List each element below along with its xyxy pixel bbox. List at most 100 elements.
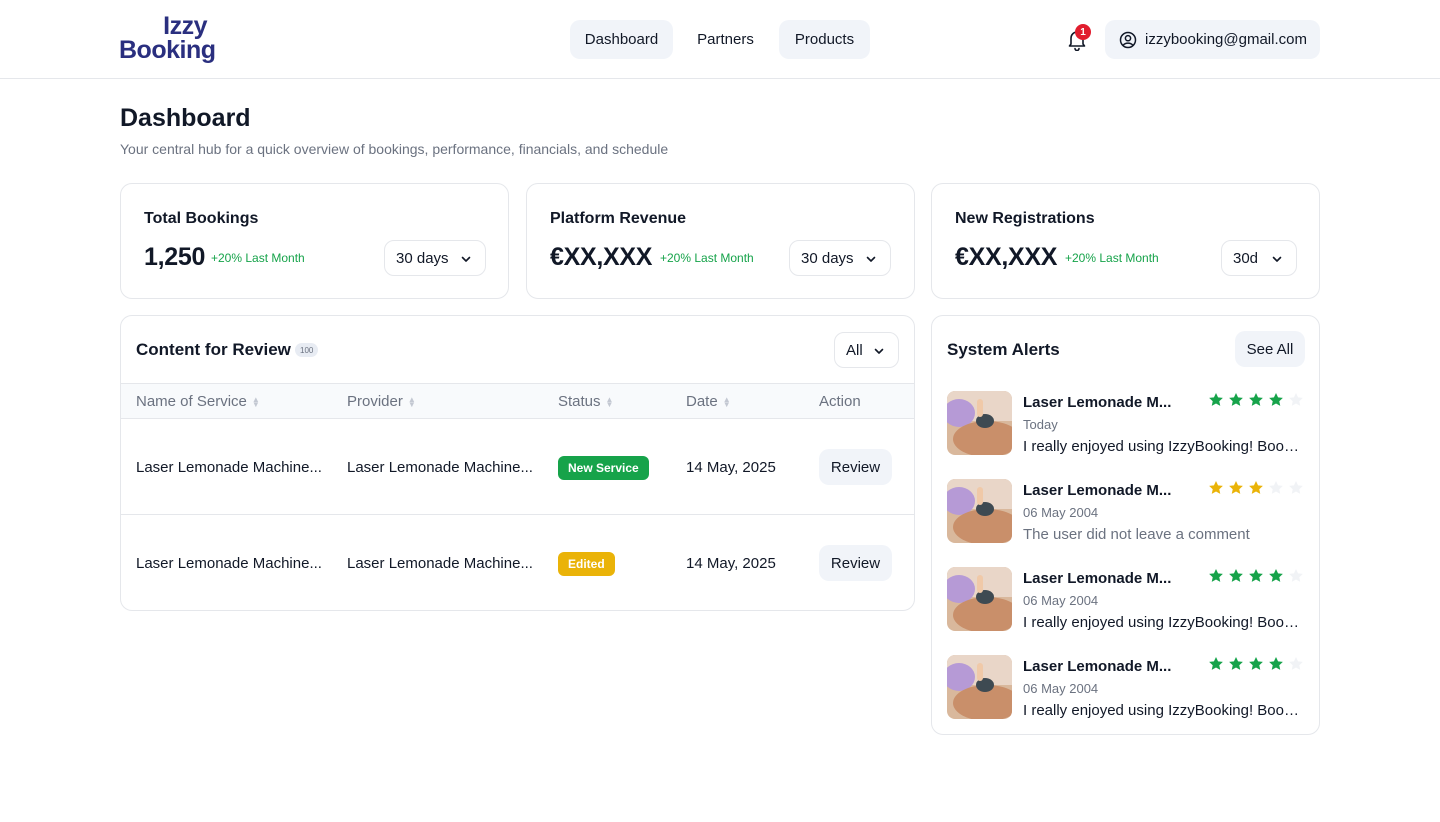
period-select[interactable]: 30d: [1221, 240, 1297, 276]
alert-item[interactable]: Laser Lemonade M... Today I really enjoy…: [947, 391, 1305, 457]
star-empty-icon: [1269, 481, 1283, 494]
period-select-value: 30 days: [801, 249, 854, 267]
status-badge: Edited: [558, 552, 615, 576]
kpi-value: €XX,XXX: [550, 243, 653, 271]
alert-service-name: Laser Lemonade M...: [1023, 482, 1172, 499]
star-filled-icon: [1229, 481, 1243, 494]
alert-item[interactable]: Laser Lemonade M... 06 May 2004 I really…: [947, 567, 1305, 633]
star-rating: [1208, 568, 1304, 584]
review-count-badge: 100: [295, 343, 319, 357]
cell-date: 14 May, 2025: [686, 459, 776, 476]
nav-products[interactable]: Products: [779, 20, 870, 59]
period-select[interactable]: 30 days: [789, 240, 891, 276]
nav-dashboard[interactable]: Dashboard: [570, 20, 673, 59]
chevron-down-icon: [866, 256, 876, 262]
panel-title: System Alerts: [947, 340, 1060, 359]
kpi-value: 1,250: [144, 243, 206, 271]
filter-value: All: [846, 341, 863, 359]
top-navigation-bar: Izzy Booking Dashboard Partners Products…: [0, 0, 1440, 79]
column-header-name-of-service[interactable]: Name of Service ▲ ▼: [136, 393, 260, 410]
sort-icon: ▲ ▼: [407, 394, 416, 409]
alert-item[interactable]: Laser Lemonade M... 06 May 2004 I really…: [947, 655, 1305, 721]
period-select[interactable]: 30 days: [384, 240, 486, 276]
alert-date: 06 May 2004: [1023, 681, 1099, 696]
alert-item[interactable]: Laser Lemonade M... 06 May 2004 The user…: [947, 479, 1305, 545]
kpi-card-platform-revenue: Platform Revenue €XX,XXX +20% Last Month…: [526, 183, 915, 299]
alert-service-name: Laser Lemonade M...: [1023, 394, 1172, 411]
alert-date: 06 May 2004: [1023, 593, 1099, 608]
page-title: Dashboard: [120, 104, 251, 132]
review-filter-select[interactable]: All: [834, 332, 899, 368]
cell-provider: Laser Lemonade Machine...: [347, 459, 533, 476]
cell-provider: Laser Lemonade Machine...: [347, 555, 533, 572]
sort-icon: ▲ ▼: [605, 394, 614, 409]
alert-service-name: Laser Lemonade M...: [1023, 658, 1172, 675]
table-row: Laser Lemonade Machine... Laser Lemonade…: [121, 515, 914, 610]
kpi-value: €XX,XXX: [955, 243, 1058, 271]
logo-text-line2: Booking: [119, 36, 216, 64]
account-email: izzybooking@gmail.com: [1145, 31, 1307, 48]
kpi-label: Total Bookings: [144, 210, 259, 227]
kpi-change: +20% Last Month: [1065, 251, 1159, 265]
star-filled-icon: [1209, 393, 1223, 406]
table-row: Laser Lemonade Machine... Laser Lemonade…: [121, 419, 914, 515]
see-all-button[interactable]: See All: [1235, 331, 1305, 367]
sort-icon: ▲ ▼: [251, 394, 260, 409]
nav-partners[interactable]: Partners: [683, 20, 768, 59]
column-label: Date: [686, 393, 718, 410]
star-empty-icon: [1289, 481, 1303, 494]
account-button[interactable]: izzybooking@gmail.com: [1105, 20, 1320, 59]
star-empty-icon: [1289, 569, 1303, 582]
cell-date: 14 May, 2025: [686, 555, 776, 572]
period-select-value: 30d: [1233, 249, 1259, 267]
star-filled-icon: [1229, 393, 1243, 406]
star-filled-icon: [1269, 657, 1283, 670]
star-filled-icon: [1269, 393, 1283, 406]
kpi-card-new-registrations: New Registrations €XX,XXX +20% Last Mont…: [931, 183, 1320, 299]
panel-title: Content for Review: [136, 340, 291, 359]
star-filled-icon: [1249, 657, 1263, 670]
content-for-review-panel: Content for Review 100 All Name of Servi…: [120, 315, 915, 611]
column-label: Name of Service: [136, 393, 247, 410]
star-filled-icon: [1209, 569, 1223, 582]
review-button[interactable]: Review: [819, 545, 892, 581]
star-rating: [1208, 480, 1304, 496]
star-filled-icon: [1209, 657, 1223, 670]
review-button[interactable]: Review: [819, 449, 892, 485]
column-header-status[interactable]: Status ▲ ▼: [558, 393, 613, 410]
star-filled-icon: [1249, 569, 1263, 582]
column-header-provider[interactable]: Provider ▲ ▼: [347, 393, 416, 410]
star-empty-icon: [1289, 657, 1303, 670]
alert-comment: The user did not leave a comment: [1023, 526, 1250, 543]
kpi-label: New Registrations: [955, 210, 1095, 227]
star-empty-icon: [1289, 393, 1303, 406]
column-label: Action: [819, 393, 861, 410]
service-thumbnail: [947, 655, 1012, 719]
alert-comment: I really enjoyed using IzzyBooking! Book…: [1023, 438, 1305, 455]
star-filled-icon: [1229, 657, 1243, 670]
star-filled-icon: [1209, 481, 1223, 494]
alert-date: Today: [1023, 417, 1058, 432]
star-rating: [1208, 392, 1304, 408]
alert-service-name: Laser Lemonade M...: [1023, 570, 1172, 587]
star-filled-icon: [1269, 569, 1283, 582]
notification-badge: 1: [1075, 24, 1091, 40]
service-thumbnail: [947, 567, 1012, 631]
service-thumbnail: [947, 479, 1012, 543]
chevron-down-icon: [461, 256, 471, 262]
kpi-change: +20% Last Month: [660, 251, 754, 265]
star-filled-icon: [1249, 481, 1263, 494]
chevron-down-icon: [1272, 256, 1282, 262]
cell-service: Laser Lemonade Machine...: [136, 555, 322, 572]
service-thumbnail: [947, 391, 1012, 455]
izzybooking-logo[interactable]: Izzy Booking: [119, 14, 216, 66]
star-filled-icon: [1249, 393, 1263, 406]
star-rating: [1208, 656, 1304, 672]
period-select-value: 30 days: [396, 249, 449, 267]
user-circle-icon: [1119, 31, 1137, 48]
column-header-action: Action: [819, 393, 861, 410]
status-badge: New Service: [558, 456, 649, 480]
alert-comment: I really enjoyed using IzzyBooking! Book…: [1023, 614, 1305, 631]
cell-service: Laser Lemonade Machine...: [136, 459, 322, 476]
column-header-date[interactable]: Date ▲ ▼: [686, 393, 731, 410]
